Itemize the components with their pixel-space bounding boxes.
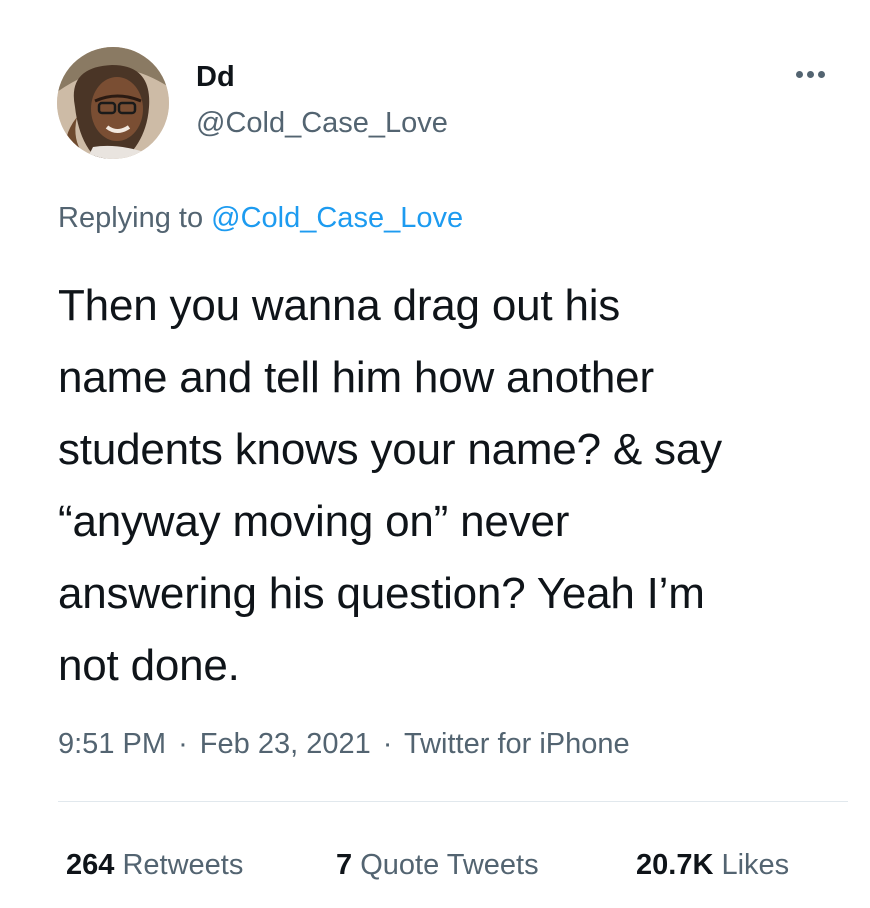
tweet-meta: 9:51 PM · Feb 23, 2021 · Twitter for iPh… [58, 727, 630, 761]
replying-to-handle-link[interactable]: @Cold_Case_Love [211, 202, 463, 234]
quote-tweets-count: 7 [336, 849, 353, 881]
quote-tweets-label: Quote Tweets [360, 849, 539, 881]
meta-separator: · [382, 728, 393, 760]
avatar[interactable] [57, 47, 169, 159]
profile-photo-icon [57, 47, 169, 159]
replying-to: Replying to @Cold_Case_Love [58, 201, 463, 235]
retweets-count: 264 [66, 849, 115, 881]
replying-to-label: Replying to [58, 202, 212, 234]
tweet-source[interactable]: Twitter for iPhone [404, 728, 630, 760]
tweet-time[interactable]: 9:51 PM [58, 728, 166, 760]
more-horizontal-icon[interactable] [788, 62, 832, 86]
user-handle[interactable]: @Cold_Case_Love [196, 106, 448, 140]
likes-count: 20.7K [636, 849, 714, 881]
tweet-date[interactable]: Feb 23, 2021 [200, 728, 371, 760]
likes-label: Likes [721, 849, 790, 881]
tweet-text: Then you wanna drag out his name and tel… [58, 281, 722, 690]
meta-separator: · [178, 728, 188, 760]
retweets-label: Retweets [122, 849, 244, 881]
divider [58, 801, 848, 802]
display-name[interactable]: Dd [196, 60, 235, 94]
likes-stat[interactable]: 20.7K Likes [636, 847, 789, 883]
quote-tweets-stat[interactable]: 7 Quote Tweets [336, 847, 539, 883]
tweet-card: Dd @Cold_Case_Love Replying to @Cold_Cas… [0, 0, 870, 908]
retweets-stat[interactable]: 264 Retweets [66, 847, 243, 883]
